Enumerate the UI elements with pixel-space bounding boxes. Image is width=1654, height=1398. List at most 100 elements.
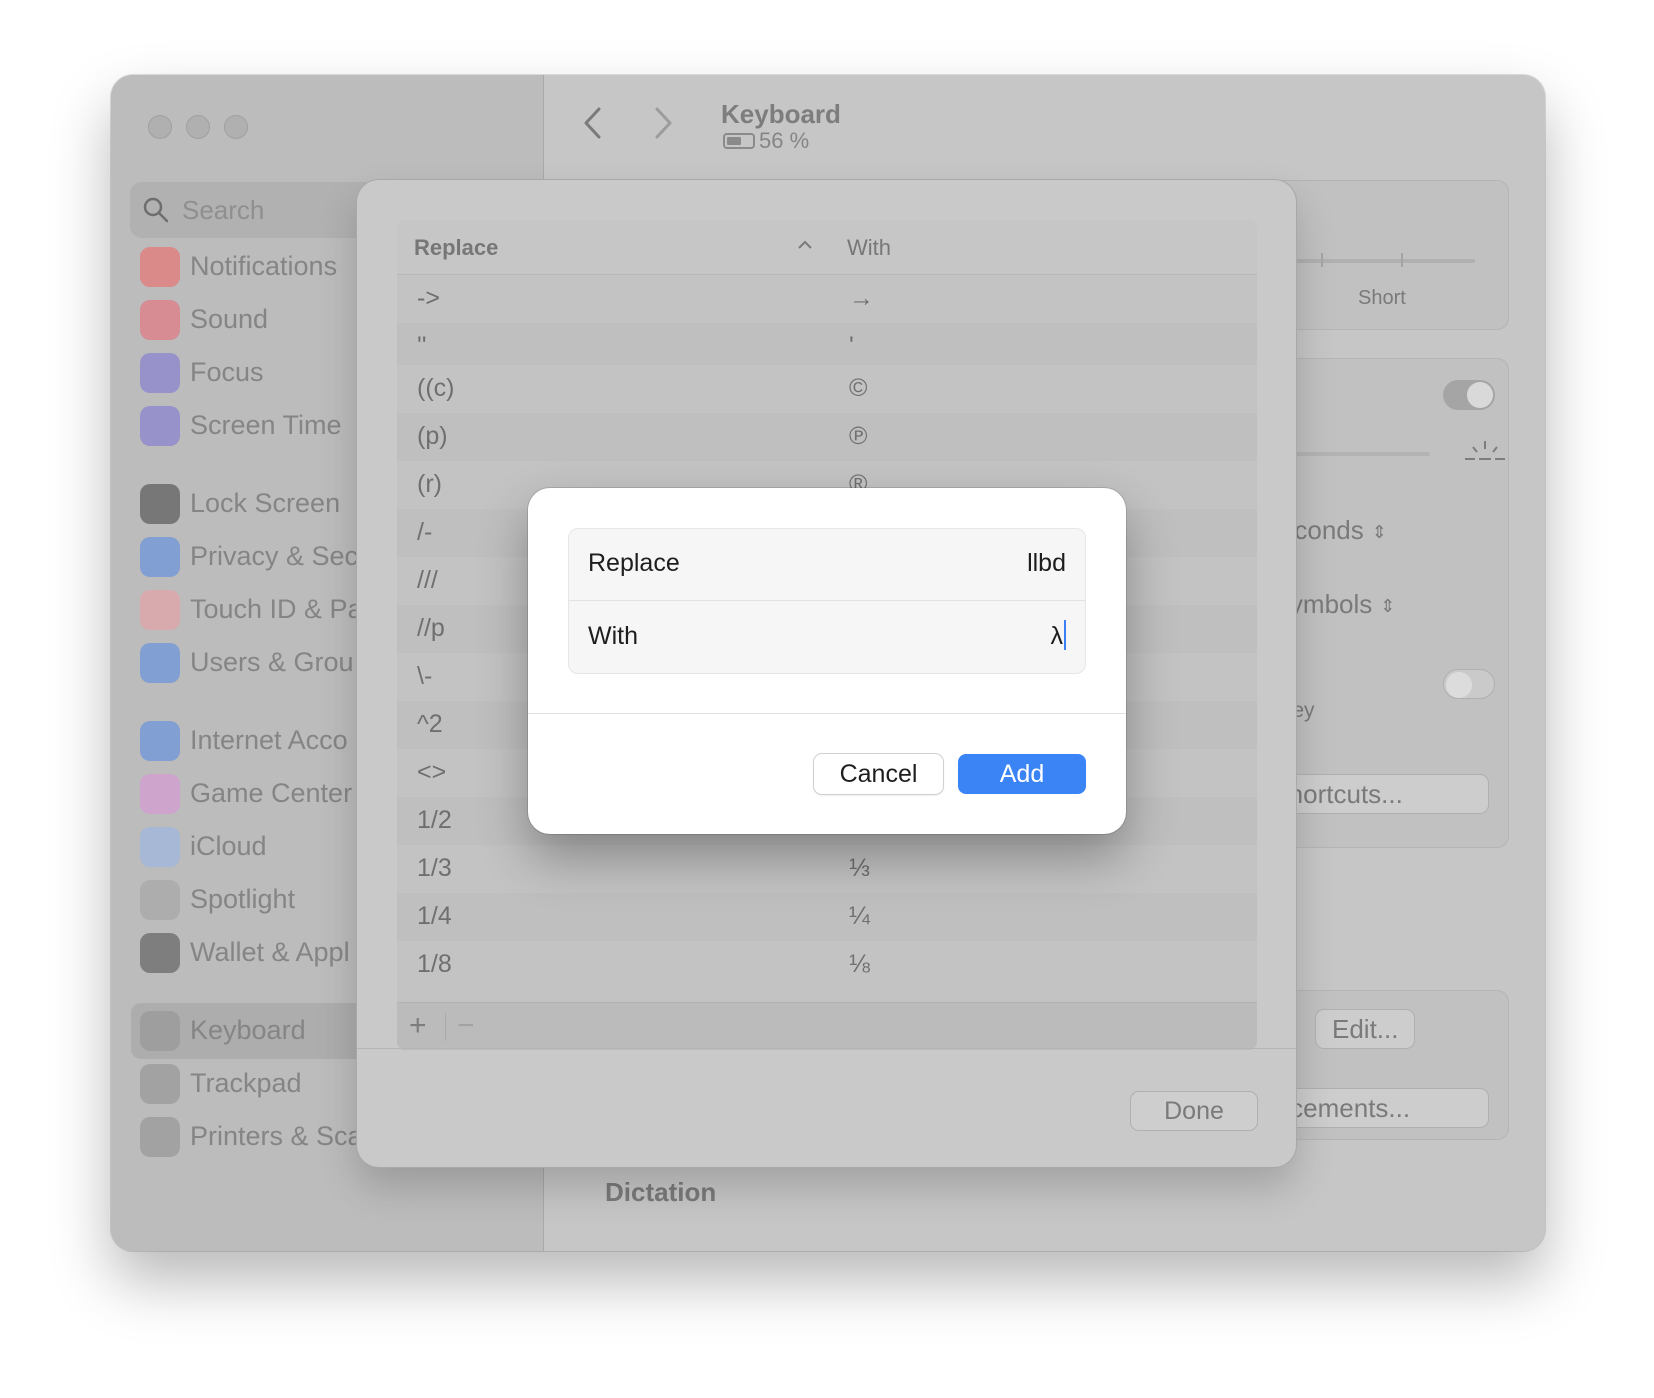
- sidebar-item-label: Notifications: [190, 251, 338, 281]
- replace-cell: ///: [417, 566, 438, 594]
- table-row[interactable]: 1/4 ¼: [397, 893, 1257, 941]
- replace-cell: ->: [417, 284, 440, 312]
- sidebar-item-label: Keyboard: [190, 1015, 306, 1045]
- sidebar-item-label: Spotlight: [190, 884, 296, 914]
- with-cell: ©: [849, 374, 868, 402]
- add-replacement-dialog: Replace llbd With λ Cancel Add: [528, 488, 1126, 834]
- sidebar-item-label: Privacy & Sec: [190, 541, 359, 571]
- table-row[interactable]: ((c) ©: [397, 365, 1257, 413]
- with-cell: ¼: [849, 902, 870, 930]
- with-field-text: λ: [1050, 622, 1064, 650]
- with-cell: ⅛: [849, 950, 870, 978]
- sort-ascending-icon[interactable]: [797, 240, 813, 250]
- bell-icon: [140, 247, 180, 287]
- column-header-replace[interactable]: Replace: [414, 235, 498, 261]
- close-window-button[interactable]: [148, 115, 172, 139]
- replace-cell: /-: [417, 518, 433, 546]
- back-chevron-icon[interactable]: [581, 105, 605, 141]
- table-header: Replace With: [397, 220, 1257, 275]
- slider-label-short: Short: [1358, 287, 1406, 309]
- sidebar-item-label: Lock Screen: [190, 488, 341, 518]
- cloud-icon: [140, 827, 180, 867]
- replace-cell: '': [417, 332, 427, 360]
- sidebar-item-label: Touch ID & Pa: [190, 594, 363, 624]
- replace-cell: 1/8: [417, 950, 452, 978]
- forward-chevron-icon[interactable]: [651, 105, 675, 141]
- table-row[interactable]: 1/3 ⅓: [397, 845, 1257, 893]
- remove-replacement-button[interactable]: −: [457, 1009, 475, 1043]
- table-footer: + −: [397, 1002, 1257, 1050]
- brightness-icon: [1465, 441, 1505, 460]
- replace-cell: \-: [417, 662, 433, 690]
- stepper-icon: ⇕: [1371, 521, 1387, 542]
- fingerprint-icon: [140, 590, 180, 630]
- add-button[interactable]: Add: [958, 754, 1086, 794]
- battery-percentage: 56 %: [759, 128, 810, 153]
- replace-label: Replace: [588, 549, 680, 577]
- replace-cell: ((c): [417, 374, 455, 402]
- hourglass-icon: [140, 406, 180, 446]
- moon-icon: [140, 353, 180, 393]
- table-row[interactable]: -> →: [397, 275, 1257, 323]
- with-cell: ℗: [849, 422, 868, 450]
- table-row[interactable]: '' ': [397, 323, 1257, 365]
- with-field[interactable]: λ: [1050, 620, 1066, 651]
- replace-cell: 1/2: [417, 806, 452, 834]
- add-replacement-button[interactable]: +: [409, 1009, 427, 1043]
- trackpad-icon: [140, 1064, 180, 1104]
- hand-icon: [140, 537, 180, 577]
- lock-icon: [140, 484, 180, 524]
- edit-button[interactable]: Edit...: [1315, 1009, 1416, 1049]
- done-button[interactable]: Done: [1130, 1091, 1258, 1131]
- replace-row[interactable]: Replace llbd: [569, 529, 1085, 601]
- at-icon: [140, 721, 180, 761]
- stepper-icon: ⇕: [1380, 595, 1396, 616]
- magnifier-icon: [140, 880, 180, 920]
- cancel-button[interactable]: Cancel: [814, 754, 943, 794]
- table-row[interactable]: (p) ℗: [397, 413, 1257, 461]
- replace-cell: 1/4: [417, 902, 452, 930]
- replace-field[interactable]: llbd: [1027, 549, 1066, 578]
- search-icon: [143, 197, 169, 223]
- with-cell: ': [849, 332, 854, 360]
- replace-cell: (r): [417, 470, 442, 498]
- search-placeholder: Search: [182, 195, 265, 225]
- battery-icon: [723, 133, 755, 149]
- sidebar-item-label: Users & Grou: [190, 647, 354, 677]
- replace-cell: <>: [417, 758, 447, 786]
- keyboard-icon: [140, 1011, 180, 1051]
- column-header-with[interactable]: With: [847, 235, 891, 261]
- sidebar-item-label: Focus: [190, 357, 264, 387]
- keyboard-navigation-toggle[interactable]: [1443, 669, 1495, 699]
- sidebar-item-label: Screen Time: [190, 410, 342, 440]
- minimize-window-button[interactable]: [186, 115, 210, 139]
- dialog-divider: [528, 713, 1126, 714]
- text-caret: [1064, 620, 1066, 651]
- replacement-form: Replace llbd With λ: [568, 528, 1086, 674]
- sheet-divider: [357, 1048, 1296, 1049]
- with-row[interactable]: With λ: [569, 602, 1085, 674]
- footer-divider: [445, 1013, 446, 1041]
- game-center-icon: [140, 774, 180, 814]
- window-title: Keyboard: [721, 99, 841, 129]
- replace-cell: 1/3: [417, 854, 452, 882]
- sidebar-item-label: Internet Acco: [190, 725, 348, 755]
- with-cell: ⅓: [849, 854, 870, 882]
- with-label: With: [588, 622, 638, 650]
- table-row[interactable]: 1/8 ⅛: [397, 941, 1257, 989]
- sidebar-item-label: Sound: [190, 304, 269, 334]
- adjust-brightness-toggle[interactable]: [1443, 380, 1495, 410]
- replace-cell: //p: [417, 614, 445, 642]
- speaker-icon: [140, 300, 180, 340]
- zoom-window-button[interactable]: [224, 115, 248, 139]
- users-icon: [140, 643, 180, 683]
- replace-cell: ^2: [417, 710, 443, 738]
- replace-cell: (p): [417, 422, 448, 450]
- dictation-heading: Dictation: [605, 1177, 717, 1207]
- sidebar-item-label: Trackpad: [190, 1068, 302, 1098]
- sidebar-item-label: Wallet & Appl: [190, 937, 350, 967]
- sidebar-item-label: Game Center: [190, 778, 353, 808]
- wallet-icon: [140, 933, 180, 973]
- sidebar-item-label: iCloud: [190, 831, 267, 861]
- printer-icon: [140, 1117, 180, 1157]
